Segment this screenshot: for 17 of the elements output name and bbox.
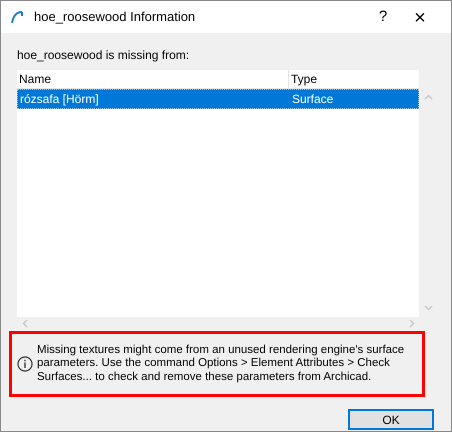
info-message: Missing textures might come from an unused rendering engine's surface parameters. Use the command Options > Element Attributes > Check Surfaces... to check and remove these parameters from Archicad. (37, 344, 406, 384)
table-row[interactable]: rózsafa [Hörm] Surface (17, 89, 420, 109)
ok-button[interactable]: OK (348, 409, 434, 430)
column-header[interactable]: Type (289, 70, 420, 88)
app-logo-icon (10, 9, 26, 25)
scroll-right-icon[interactable] (409, 318, 415, 328)
window-title: hoe_roosewood Information (34, 8, 196, 26)
table-cell-text: rózsafa [Hörm] (19, 91, 100, 108)
help-button[interactable]: ? (368, 3, 398, 31)
table-cell-text: Surface (291, 91, 334, 108)
scroll-left-icon[interactable] (22, 318, 28, 328)
scroll-down-icon[interactable] (424, 305, 433, 311)
info-icon (17, 356, 33, 372)
close-button[interactable]: × (398, 3, 442, 31)
column-header[interactable]: Name (17, 70, 289, 88)
missing-from-label: hoe_roosewood is missing from: (17, 48, 190, 62)
scroll-up-icon[interactable] (424, 94, 433, 100)
